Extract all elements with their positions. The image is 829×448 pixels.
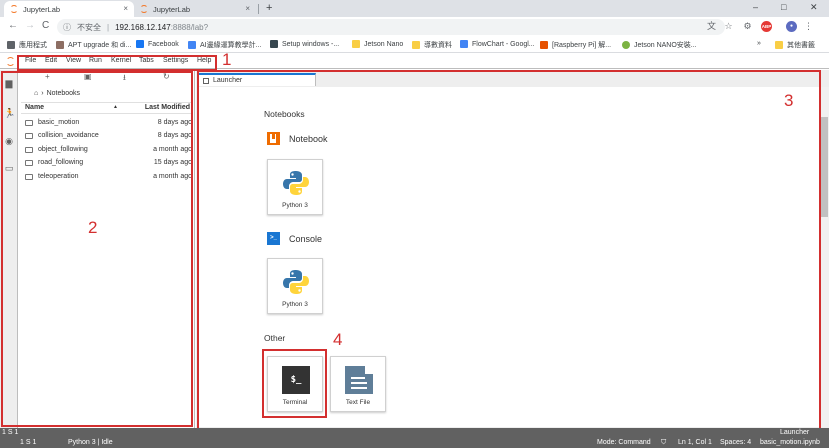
bookmark-label: 應用程式 xyxy=(19,42,47,49)
bookmark-item[interactable]: Jetson NANO安裝... xyxy=(622,40,697,50)
apps-grid-icon xyxy=(7,41,15,49)
folder-icon xyxy=(412,41,420,49)
bookmark-item[interactable]: [Raspberry Pi] 解... xyxy=(540,40,611,50)
bookmark-item[interactable]: 應用程式 xyxy=(7,40,47,50)
bookmark-label: Facebook xyxy=(148,40,179,48)
bookmark-label: [Raspberry Pi] 解... xyxy=(552,42,612,49)
folder-icon xyxy=(775,41,783,49)
bookmark-favicon-icon xyxy=(56,41,64,49)
bookmark-label: Jetson Nano xyxy=(364,40,404,48)
annotation-number-4: 4 xyxy=(333,330,343,349)
bookmark-item[interactable]: FlowChart - Googl... xyxy=(460,40,535,48)
bookmark-star-icon[interactable]: ☆ xyxy=(723,21,734,32)
annotation-box-menubar xyxy=(17,55,217,71)
bookmark-favicon-icon xyxy=(622,41,630,49)
new-tab-button[interactable]: + xyxy=(266,2,272,14)
bookmark-label: AI邊緣運算教學計... xyxy=(200,42,262,49)
info-icon[interactable]: ⓘ xyxy=(63,22,71,33)
annotation-number-3: 3 xyxy=(784,91,794,110)
status-position[interactable]: Ln 1, Col 1 xyxy=(678,439,712,446)
url-separator: | xyxy=(107,22,110,32)
browser-tab-jupyterlab-2[interactable]: JupyterLab × xyxy=(134,1,256,17)
bookmark-label: Setup windows -... xyxy=(282,40,340,48)
status-terminals-kernels[interactable]: 1 S 1 xyxy=(2,429,18,436)
annotation-box-filebrowser xyxy=(1,71,193,427)
other-bookmarks[interactable]: 其他書籤 xyxy=(775,40,815,50)
close-tab-icon[interactable]: × xyxy=(123,4,128,13)
tab-divider xyxy=(258,4,259,14)
bookmarks-bar: 應用程式 APT upgrade 和 di... Facebook AI邊緣運算… xyxy=(0,37,829,53)
annotation-box-terminal xyxy=(262,349,327,418)
maximize-button[interactable]: □ xyxy=(781,2,786,12)
bookmark-label: 其他書籤 xyxy=(787,42,815,49)
forward-button[interactable]: → xyxy=(25,20,35,31)
back-button[interactable]: ← xyxy=(8,20,18,31)
blogger-icon xyxy=(540,41,548,49)
bookmark-label: APT upgrade 和 di... xyxy=(68,42,132,49)
folder-icon xyxy=(352,40,360,48)
status-spaces[interactable]: Spaces: 4 xyxy=(720,439,751,446)
google-docs-icon xyxy=(188,41,196,49)
status-bar: 1 S 1 1 S 1 Python 3 | Idle Launcher Mod… xyxy=(0,428,829,448)
url-path: :8888/lab? xyxy=(170,22,209,32)
annotation-number-1: 1 xyxy=(222,50,232,69)
bookmarks-overflow-button[interactable]: » xyxy=(757,40,761,47)
scrollbar-thumb[interactable] xyxy=(821,117,828,217)
browser-tab-jupyterlab-1[interactable]: JupyterLab × xyxy=(4,1,134,17)
jupyter-favicon-icon xyxy=(140,5,148,13)
chrome-menu-icon[interactable]: ⋮ xyxy=(803,21,814,32)
window-close-button[interactable]: ✕ xyxy=(810,2,818,13)
bookmark-item[interactable]: APT upgrade 和 di... xyxy=(56,40,131,50)
bookmark-item[interactable]: 導數資料 xyxy=(412,40,452,50)
status-filename: basic_motion.ipynb xyxy=(760,439,820,446)
translate-icon[interactable]: 文 xyxy=(706,21,717,32)
status-launcher: Launcher xyxy=(780,429,810,436)
jupyter-favicon-icon xyxy=(10,5,18,13)
status-kernel[interactable]: Python 3 | Idle xyxy=(68,439,113,446)
browser-tab-title: JupyterLab xyxy=(153,4,191,14)
browser-toolbar: ← → C ⓘ 不安全 | 192.168.12.147 :8888/lab? … xyxy=(0,17,829,37)
annotation-number-2: 2 xyxy=(88,218,98,237)
reload-button[interactable]: C xyxy=(42,20,49,31)
close-tab-icon[interactable]: × xyxy=(245,4,250,13)
status-mode: Mode: Command xyxy=(597,439,651,446)
browser-tab-title: JupyterLab xyxy=(23,4,61,14)
extension-icon[interactable]: ⚙ xyxy=(742,21,753,32)
browser-tabstrip: JupyterLab × JupyterLab × + – □ ✕ xyxy=(0,0,829,17)
facebook-icon xyxy=(136,40,144,48)
adblock-icon[interactable]: ABP xyxy=(761,21,772,32)
minimize-button[interactable]: – xyxy=(753,2,758,12)
launcher-scrollbar[interactable] xyxy=(820,87,829,427)
profile-avatar-icon[interactable]: ● xyxy=(786,21,797,32)
address-bar[interactable]: ⓘ 不安全 | 192.168.12.147 :8888/lab? xyxy=(57,19,725,35)
shield-icon: ⛉ xyxy=(661,439,667,446)
url-host: 192.168.12.147 xyxy=(115,22,171,32)
bookmark-label: Jetson NANO安裝... xyxy=(634,42,697,49)
google-docs-icon xyxy=(460,40,468,48)
security-label: 不安全 xyxy=(77,22,101,32)
bookmark-item[interactable]: AI邊緣運算教學計... xyxy=(188,40,261,50)
bookmark-item[interactable]: Facebook xyxy=(136,40,179,48)
bookmark-favicon-icon xyxy=(270,40,278,48)
bookmark-label: FlowChart - Googl... xyxy=(472,40,535,48)
jupyter-logo-icon xyxy=(6,57,15,66)
bookmark-label: 導數資料 xyxy=(424,42,452,49)
bookmark-item[interactable]: Jetson Nano xyxy=(352,40,403,48)
bookmark-item[interactable]: Setup windows -... xyxy=(270,40,339,48)
status-terminals-kernels-2[interactable]: 1 S 1 xyxy=(20,439,36,446)
